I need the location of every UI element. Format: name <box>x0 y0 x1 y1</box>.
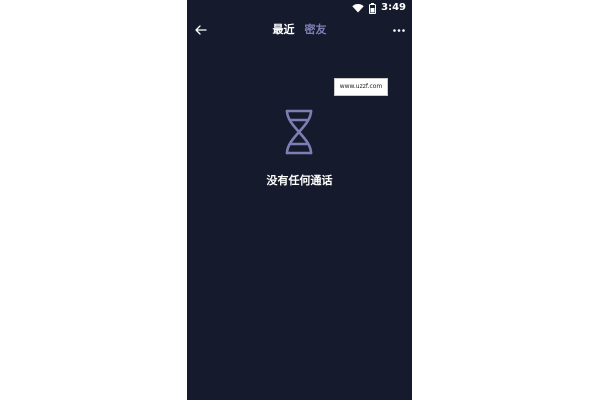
tab-bar: 最近 密友 <box>187 22 412 38</box>
wifi-icon <box>352 4 364 13</box>
more-button[interactable] <box>392 24 406 36</box>
more-dots-icon <box>393 28 405 32</box>
status-time: 3:49 <box>381 2 406 13</box>
empty-state-message: 没有任何通话 <box>266 174 333 187</box>
battery-icon <box>369 2 377 14</box>
status-icons: 3:49 <box>352 2 406 14</box>
app-bar: 最近 密友 <box>187 18 412 44</box>
tab-recent[interactable]: 最近 <box>273 22 295 38</box>
tab-close-friends[interactable]: 密友 <box>305 22 327 38</box>
watermark-label: www.uzzf.com <box>334 78 388 96</box>
status-bar: 3:49 <box>187 0 412 16</box>
phone-screen: 3:49 最近 密友 www.uzzf.com 没有任何通话 <box>187 0 412 400</box>
dna-icon <box>285 109 313 155</box>
